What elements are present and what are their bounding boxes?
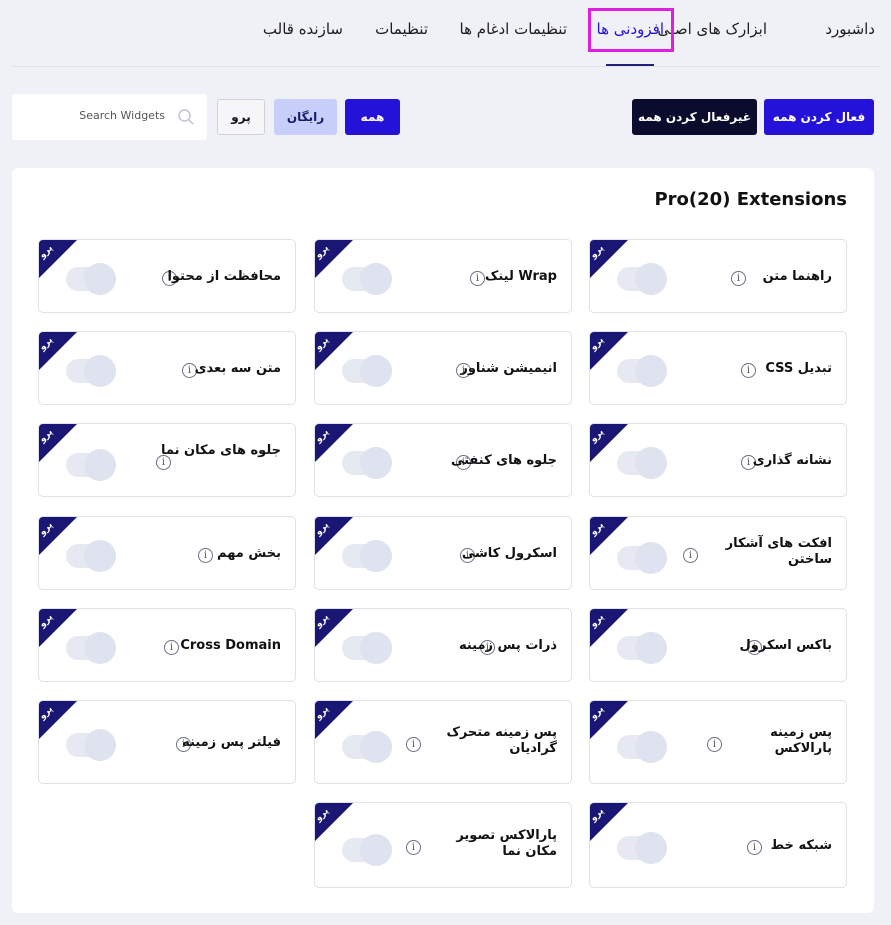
- section-title: Pro(20) Extensions: [654, 189, 847, 210]
- toggle-knob: [360, 263, 392, 295]
- toggle-knob: [360, 632, 392, 664]
- toggle-knob: [360, 731, 392, 763]
- extension-card-markers: پرو i نشانه گذاری: [589, 423, 847, 497]
- extension-card-content-protection: پرو i محافظت از محتوا: [38, 239, 296, 313]
- extension-card-link-wrap: پرو i Wrap لینک: [314, 239, 572, 313]
- extension-toggle[interactable]: [66, 263, 116, 295]
- filter-pro-button[interactable]: پرو: [217, 99, 265, 135]
- toggle-knob: [635, 731, 667, 763]
- extension-card-tile-scroll: پرو i اسکرول کاشی: [314, 516, 572, 590]
- toggle-knob: [635, 632, 667, 664]
- activate-all-button[interactable]: فعال کردن همه: [764, 99, 874, 135]
- extension-card-cursor-effects: پرو i جلوه های مکان نما: [38, 423, 296, 497]
- extension-label: نشانه گذاری: [752, 453, 832, 468]
- extension-label: پس زمینه متحرک گرادیان: [446, 725, 557, 756]
- extension-label: باکس اسکرول: [739, 638, 832, 653]
- info-icon[interactable]: i: [406, 840, 421, 855]
- extension-toggle[interactable]: [66, 632, 116, 664]
- toggle-knob: [84, 263, 116, 295]
- toggle-knob: [635, 447, 667, 479]
- info-icon[interactable]: i: [406, 737, 421, 752]
- extension-card-background-particles: پرو i ذرات پس زمینه: [314, 608, 572, 682]
- toggle-knob: [635, 832, 667, 864]
- extension-toggle[interactable]: [617, 355, 667, 387]
- tab-integrations[interactable]: تنظیمات ادغام ها: [460, 20, 567, 38]
- extension-label: جلوه های کنفتی: [450, 453, 557, 468]
- extension-card-scroll-box: پرو i باکس اسکرول: [589, 608, 847, 682]
- top-tabs: داشبورد ابزارک های اصلی افزودنی ها تنظیم…: [0, 0, 891, 67]
- extension-card-text-hint: پرو i راهنما متن: [589, 239, 847, 313]
- extension-toggle[interactable]: [66, 540, 116, 572]
- extension-card-cross-domain: پرو i Cross Domain: [38, 608, 296, 682]
- extension-label: متن سه بعدی: [194, 361, 281, 376]
- extension-card-highlighted-section: پرو i بخش مهم: [38, 516, 296, 590]
- filter-free-button[interactable]: رایگان: [274, 99, 337, 135]
- extension-label: محافظت از محتوا: [167, 269, 281, 284]
- extension-label: پس زمینه پارالاکس: [770, 725, 832, 756]
- extension-card-background-filter: پرو i فیلتر پس زمینه: [38, 700, 296, 784]
- extension-toggle[interactable]: [342, 540, 392, 572]
- extension-toggle[interactable]: [617, 447, 667, 479]
- extension-toggle[interactable]: [342, 731, 392, 763]
- deactivate-all-button[interactable]: غیرفعال کردن همه: [632, 99, 757, 135]
- extension-label: راهنما متن: [762, 269, 832, 284]
- extension-toggle[interactable]: [66, 449, 116, 481]
- extension-label: Wrap لینک: [485, 269, 557, 284]
- toggle-knob: [360, 355, 392, 387]
- extension-label: ذرات پس زمینه: [458, 638, 557, 653]
- extension-label: فیلتر پس زمینه: [182, 735, 281, 750]
- search-placeholder: Search Widgets: [79, 109, 165, 122]
- extension-card-animated-gradient-background: پرو i پس زمینه متحرک گرادیان: [314, 700, 572, 784]
- extension-label: افکت های آشکار ساختن: [725, 536, 832, 567]
- extension-label: انیمیشن شناور: [460, 361, 557, 376]
- extension-toggle[interactable]: [342, 447, 392, 479]
- extension-toggle[interactable]: [617, 632, 667, 664]
- toggle-knob: [360, 447, 392, 479]
- info-icon[interactable]: i: [683, 548, 698, 563]
- toggle-knob: [84, 540, 116, 572]
- extension-label: شبکه خط: [770, 838, 832, 853]
- toggle-knob: [635, 355, 667, 387]
- extension-card-parallax-background: پرو i پس زمینه پارالاکس: [589, 700, 847, 784]
- extension-toggle[interactable]: [617, 263, 667, 295]
- extension-toggle[interactable]: [342, 834, 392, 866]
- active-tab-highlight: [588, 8, 674, 52]
- toggle-knob: [360, 540, 392, 572]
- search-icon: [178, 109, 194, 125]
- extension-toggle[interactable]: [342, 355, 392, 387]
- extension-label: Cross Domain: [180, 638, 281, 653]
- extension-toggle[interactable]: [342, 632, 392, 664]
- extension-card-css-transform: پرو i تبدیل CSS: [589, 331, 847, 405]
- toggle-knob: [360, 834, 392, 866]
- toggle-knob: [84, 729, 116, 761]
- extension-toggle[interactable]: [66, 355, 116, 387]
- filter-all-button[interactable]: همه: [345, 99, 400, 135]
- toggle-knob: [84, 632, 116, 664]
- extension-label: تبدیل CSS: [765, 361, 832, 376]
- extension-toggle[interactable]: [617, 731, 667, 763]
- tab-settings[interactable]: تنظیمات: [375, 20, 428, 38]
- extension-card-floating-animation: پرو i انیمیشن شناور: [314, 331, 572, 405]
- search-input[interactable]: Search Widgets: [12, 94, 207, 140]
- extension-toggle[interactable]: [342, 263, 392, 295]
- extension-toggle[interactable]: [617, 832, 667, 864]
- extension-card-3d-text: پرو i متن سه بعدی: [38, 331, 296, 405]
- extension-label: بخش مهم: [217, 546, 281, 561]
- extension-card-confetti-effects: پرو i جلوه های کنفتی: [314, 423, 572, 497]
- extension-label: پارالاکس تصویر مکان نما: [456, 828, 557, 859]
- tab-dashboard[interactable]: داشبورد: [825, 20, 875, 38]
- extension-card-line-grid: پرو i شبکه خط: [589, 802, 847, 888]
- tab-theme-builder[interactable]: سازنده قالب: [263, 20, 343, 38]
- extension-toggle[interactable]: [66, 729, 116, 761]
- toggle-knob: [84, 355, 116, 387]
- extension-label: جلوه های مکان نما: [161, 443, 281, 458]
- extension-card-cursor-parallax-image: پرو i پارالاکس تصویر مکان نما: [314, 802, 572, 888]
- extension-card-reveal-effects: پرو i افکت های آشکار ساختن: [589, 516, 847, 590]
- toggle-knob: [635, 542, 667, 574]
- extension-label: اسکرول کاشی: [461, 546, 557, 561]
- extension-toggle[interactable]: [617, 542, 667, 574]
- tabs-divider: [12, 66, 879, 67]
- toggle-knob: [635, 263, 667, 295]
- toggle-knob: [84, 449, 116, 481]
